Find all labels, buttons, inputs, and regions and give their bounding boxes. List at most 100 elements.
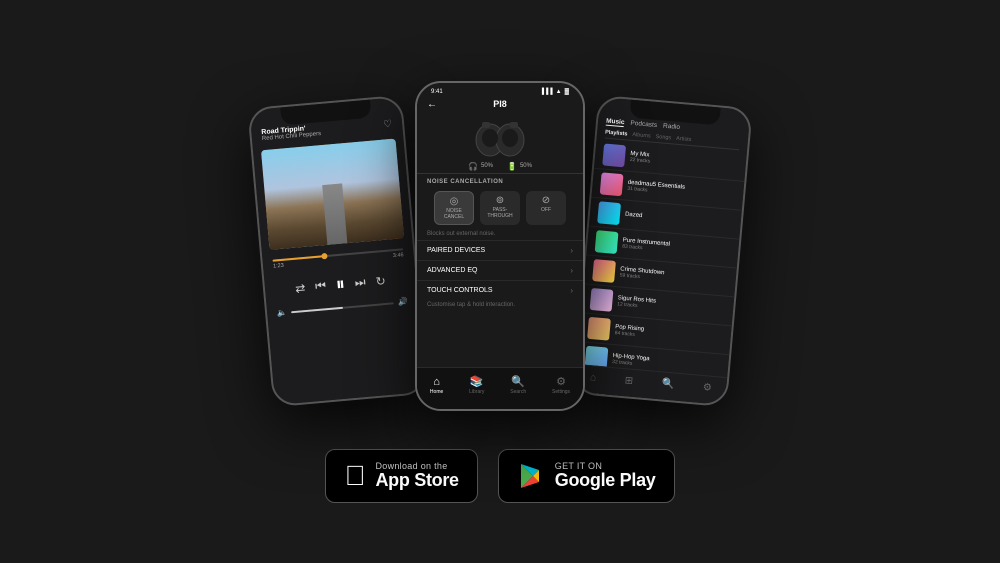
like-icon[interactable]: ♡ — [383, 118, 393, 130]
off-btn[interactable]: ⊘ OFF — [526, 191, 566, 225]
google-play-icon — [517, 462, 545, 490]
paired-devices-chevron: › — [570, 246, 573, 255]
playlist-info: deadmau5 Essentials31 tracks — [627, 179, 736, 200]
google-play-text: GET IT ON Google Play — [555, 461, 656, 491]
paired-devices-row[interactable]: PAIRED DEVICES › — [417, 240, 583, 260]
r-nav-home[interactable]: ⌂ — [590, 372, 597, 383]
playlist-list: My Mix22 tracks deadmau5 Essentials31 tra… — [574, 139, 746, 404]
volume-icon: 🔈 — [277, 307, 288, 317]
center-header: ← PI8 — [417, 97, 583, 114]
app-store-main-label: App Store — [375, 471, 458, 491]
noise-description: Blocks out external noise. — [417, 229, 583, 240]
next-icon[interactable]: ⏭ — [354, 274, 366, 290]
phone-left-screen: Road Trippin' Red Hot Chili Peppers ♡ 1:… — [249, 96, 425, 404]
playlist-info: Crime Shutdown59 tracks — [619, 266, 728, 287]
noise-cancellation-btn[interactable]: ◎ NOISECANCEL — [434, 191, 474, 225]
r-nav-browse[interactable]: 🔍 — [661, 378, 674, 390]
playlist-thumb — [602, 143, 626, 167]
battery-right-pct: 50% — [520, 163, 532, 169]
tab-podcasts[interactable]: Podcasts — [630, 119, 657, 129]
nav-settings[interactable]: ⚙ Settings — [552, 375, 570, 395]
status-time: 9:41 — [431, 89, 443, 95]
google-play-button[interactable]: GET IT ON Google Play — [498, 449, 675, 503]
playlist-info: Pop Rising84 tracks — [614, 324, 723, 345]
volume-track[interactable] — [291, 301, 394, 312]
playlist-thumb — [595, 230, 619, 254]
touch-controls-chevron: › — [570, 286, 573, 295]
phones-container: Road Trippin' Red Hot Chili Peppers ♡ 1:… — [240, 71, 760, 431]
back-icon[interactable]: ← — [427, 99, 437, 110]
touch-controls-label: TOUCH CONTROLS — [427, 287, 493, 294]
album-art-road — [261, 138, 404, 249]
phone-center-screen: 9:41 ▐▐▐ ▲ ▓ ← PI8 — [417, 83, 583, 409]
battery-row: 🎧 50% 🔋 50% — [417, 160, 583, 173]
pass-through-btn[interactable]: ⊚ PASS-THROUGH — [480, 191, 520, 225]
google-play-main-label: Google Play — [555, 471, 656, 491]
main-scene: Road Trippin' Red Hot Chili Peppers ♡ 1:… — [0, 0, 1000, 563]
app-store-text: Download on the App Store — [375, 461, 458, 491]
play-icon[interactable]: ⏸ — [335, 273, 346, 295]
playlist-thumb — [587, 316, 611, 340]
progress-dot — [322, 252, 329, 259]
battery-left: 🎧 50% — [468, 162, 493, 171]
download-buttons:  Download on the App Store GET IT ON Go… — [325, 449, 674, 503]
time-current: 1:23 — [273, 262, 284, 269]
battery-right: 🔋 50% — [507, 162, 532, 171]
volume-fill — [291, 306, 343, 312]
advanced-eq-chevron: › — [570, 266, 573, 275]
volume-max-icon: 🔊 — [397, 297, 408, 307]
tab-radio[interactable]: Radio — [663, 122, 681, 131]
playlist-thumb — [597, 201, 621, 225]
shuffle-icon[interactable]: ⇄ — [295, 280, 306, 295]
nc-label: NOISECANCEL — [440, 208, 468, 220]
search-icon: 🔍 — [511, 375, 525, 388]
home-label: Home — [430, 389, 443, 395]
r-nav-settings[interactable]: ⚙ — [702, 382, 712, 394]
sub-playlists[interactable]: Playlists — [605, 129, 628, 137]
sub-albums[interactable]: Albums — [632, 131, 651, 139]
touch-controls-row[interactable]: TOUCH CONTROLS › — [417, 280, 583, 300]
off-label: OFF — [531, 207, 561, 213]
battery-left-pct: 50% — [481, 163, 493, 169]
home-icon: ⌂ — [433, 376, 440, 388]
tab-music[interactable]: Music — [606, 117, 625, 127]
sub-artists[interactable]: Artists — [676, 135, 692, 142]
earbuds-container — [417, 116, 583, 158]
advanced-eq-label: ADVANCED EQ — [427, 267, 477, 274]
nav-search[interactable]: 🔍 Search — [510, 375, 526, 395]
library-icon: 📚 — [470, 375, 484, 388]
r-nav-search[interactable]: ⊞ — [624, 375, 633, 387]
off-icon: ⊘ — [531, 195, 561, 206]
earbuds-svg — [470, 116, 530, 158]
playlist-info: Dazed — [625, 211, 733, 226]
battery-right-icon: 🔋 — [507, 162, 517, 171]
noise-section-header: NOISE CANCELLATION — [417, 173, 583, 187]
repeat-icon[interactable]: ↻ — [375, 273, 386, 288]
nc-icon: ◎ — [440, 196, 468, 207]
album-art — [261, 138, 404, 249]
battery-left-icon: 🎧 — [468, 162, 478, 171]
wifi-icon: ▲ — [556, 89, 562, 95]
apple-icon:  — [344, 460, 365, 492]
touch-description: Customise tap & hold interaction. — [417, 300, 583, 311]
phone-right-screen: Music Podcasts Radio Playlists Albums So… — [574, 96, 750, 404]
phone-center: 9:41 ▐▐▐ ▲ ▓ ← PI8 — [415, 81, 585, 411]
playlist-thumb — [592, 259, 616, 283]
advanced-eq-row[interactable]: ADVANCED EQ › — [417, 260, 583, 280]
playlist-info: My Mix22 tracks — [630, 150, 739, 171]
paired-devices-label: PAIRED DEVICES — [427, 247, 485, 254]
battery-status-icon: ▓ — [565, 89, 569, 95]
phone-right: Music Podcasts Radio Playlists Albums So… — [572, 94, 753, 406]
signal-icon: ▐▐▐ — [540, 89, 553, 95]
prev-icon[interactable]: ⏮ — [315, 278, 327, 294]
center-status-bar: 9:41 ▐▐▐ ▲ ▓ — [417, 83, 583, 97]
settings-label: Settings — [552, 389, 570, 395]
center-bottom-nav: ⌂ Home 📚 Library 🔍 Search ⚙ Settings — [417, 367, 583, 409]
nav-home[interactable]: ⌂ Home — [430, 376, 443, 395]
sub-songs[interactable]: Songs — [655, 133, 671, 140]
nav-library[interactable]: 📚 Library — [469, 375, 484, 395]
playlist-info: Sigur Ros Hits12 tracks — [617, 295, 726, 316]
playlist-thumb — [590, 287, 614, 311]
app-store-button[interactable]:  Download on the App Store — [325, 449, 477, 503]
playlist-name: Dazed — [625, 211, 733, 226]
